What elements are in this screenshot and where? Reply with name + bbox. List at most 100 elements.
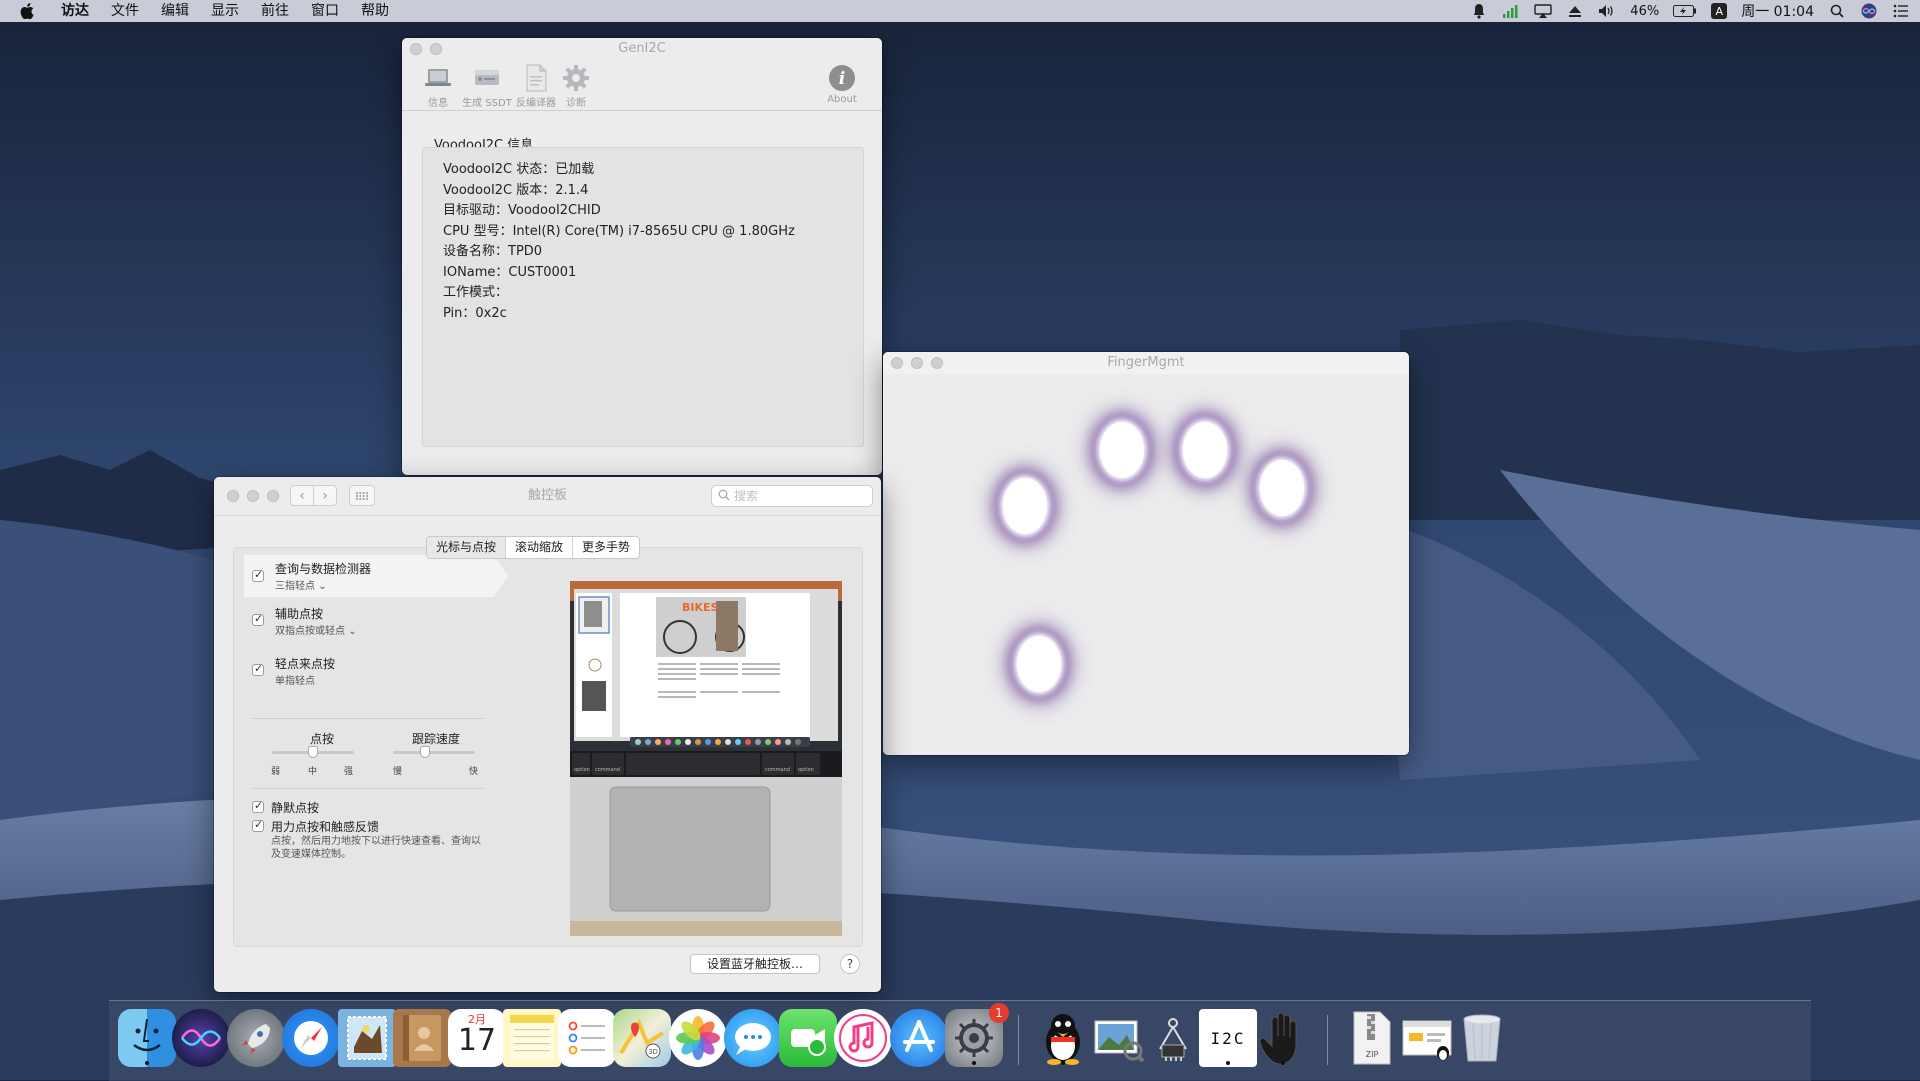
toolbar-info-button[interactable]: 信息 — [410, 64, 466, 109]
input-method-icon[interactable]: A — [1711, 3, 1728, 19]
dock-finder[interactable] — [118, 1009, 176, 1067]
menu-view[interactable]: 显示 — [200, 0, 250, 22]
back-button[interactable]: ‹ — [290, 485, 314, 506]
dock-downloads-stack[interactable] — [1398, 1009, 1456, 1067]
clock[interactable]: 周一 01:04 — [1741, 1, 1814, 21]
i2c-label: I2C — [1210, 1028, 1246, 1048]
close-button[interactable] — [227, 490, 239, 502]
dock-siri[interactable] — [172, 1009, 230, 1067]
tab-scroll-zoom[interactable]: 滚动缩放 — [506, 537, 574, 558]
chevron-down-icon: ⌄ — [348, 626, 357, 637]
dock-app-store[interactable] — [890, 1009, 948, 1067]
dock-system-preferences[interactable]: 1 — [945, 1003, 1009, 1067]
gesture-preview-video: BIKES option command command option — [570, 581, 842, 936]
menu-help[interactable]: 帮助 — [350, 0, 400, 22]
secondary-click-checkbox[interactable] — [252, 612, 264, 626]
notification-center-icon[interactable] — [1892, 3, 1910, 19]
forward-button[interactable]: › — [313, 485, 337, 506]
finger-blob — [1003, 478, 1047, 534]
dock-qq[interactable] — [1034, 1009, 1092, 1067]
chevron-right-icon: › — [322, 487, 328, 504]
menu-edit[interactable]: 编辑 — [150, 0, 200, 22]
info-mode: 工作模式： — [443, 285, 509, 300]
toolbar-info-label: 信息 — [428, 98, 448, 109]
option-secondary-click[interactable]: 辅助点按 双指点按或轻点 ⌄ — [244, 605, 494, 641]
tab-point-click[interactable]: 光标与点按 — [427, 537, 507, 558]
dock-contacts[interactable] — [393, 1009, 451, 1067]
eject-icon[interactable] — [1566, 3, 1584, 19]
key-label: option — [798, 767, 814, 773]
minimize-button[interactable] — [911, 357, 923, 369]
dock-facetime[interactable] — [779, 1009, 837, 1067]
zoom-button[interactable] — [267, 490, 279, 502]
dock-safari[interactable] — [282, 1009, 340, 1067]
force-click-checkbox[interactable] — [252, 818, 264, 832]
zoom-button[interactable] — [931, 357, 943, 369]
lookup-gesture-select[interactable]: 三指轻点 ⌄ — [275, 577, 327, 592]
tap-to-click-checkbox[interactable] — [252, 662, 264, 676]
click-tick-light: 弱 — [271, 767, 281, 777]
lookup-gesture-value: 三指轻点 — [275, 581, 315, 592]
minimize-button[interactable] — [430, 43, 442, 55]
close-button[interactable] — [891, 357, 903, 369]
menu-file[interactable]: 文件 — [100, 0, 150, 22]
macbook-preview-image: BIKES option command command option — [570, 581, 842, 936]
battery-percent[interactable]: 46% — [1630, 4, 1659, 19]
dock-geni2c[interactable]: I2C — [1199, 1009, 1257, 1067]
menu-window[interactable]: 窗口 — [300, 0, 350, 22]
option-tap-to-click[interactable]: 轻点来点按 单指轻点 — [244, 655, 494, 691]
apple-menu-icon[interactable] — [16, 0, 38, 22]
show-all-button[interactable] — [349, 485, 375, 506]
dock-notes[interactable] — [503, 1009, 561, 1067]
silent-click-checkbox[interactable] — [252, 799, 264, 813]
speed-slider-track[interactable] — [393, 751, 475, 754]
battery-charging-icon[interactable] — [1673, 3, 1697, 19]
rocket-icon — [242, 1024, 270, 1054]
dock-photos[interactable] — [669, 1009, 727, 1067]
menu-finder[interactable]: 访达 — [50, 0, 100, 22]
spotlight-search-icon[interactable] — [1828, 3, 1846, 19]
trackpad-titlebar[interactable]: ‹ › 触控板 搜索 — [214, 477, 881, 516]
dock-ioregistry-explorer[interactable] — [1144, 1009, 1202, 1067]
search-placeholder: 搜索 — [734, 489, 759, 503]
grid-icon — [356, 491, 368, 500]
click-slider-knob[interactable] — [308, 746, 318, 758]
dock-trash[interactable] — [1453, 1009, 1511, 1067]
minimize-button[interactable] — [247, 490, 259, 502]
search-input[interactable]: 搜索 — [711, 485, 873, 507]
tab-more-gestures[interactable]: 更多手势 — [573, 537, 639, 558]
dock-mail[interactable] — [338, 1009, 396, 1067]
lookup-checkbox[interactable] — [252, 568, 264, 582]
preview-photos-icon — [1094, 1020, 1145, 1063]
volume-icon[interactable] — [1598, 3, 1616, 19]
fingermgmt-titlebar[interactable]: FingerMgmt — [883, 352, 1409, 375]
speed-tick-slow: 慢 — [393, 767, 403, 777]
dock-messages[interactable] — [724, 1009, 782, 1067]
toolbar-diagnose-button[interactable]: 诊断 — [548, 64, 604, 109]
dock-calendar[interactable]: 2月 17 — [448, 1009, 506, 1067]
option-lookup[interactable]: 查询与数据检测器 三指轻点 ⌄ — [244, 555, 508, 597]
dock-itunes[interactable] — [834, 1009, 892, 1067]
dock-maps[interactable]: 3D — [613, 1009, 671, 1067]
close-button[interactable] — [410, 43, 422, 55]
dock-fingermgmt[interactable] — [1254, 1009, 1312, 1067]
geni2c-window: GenI2C 信息 生成 SSDT 反编译器 诊断 i About Voodoo… — [402, 38, 882, 475]
dock-zip-file[interactable]: ZIP — [1343, 1009, 1401, 1067]
toolbar-about-button[interactable]: i About — [814, 64, 870, 105]
help-button[interactable]: ? — [840, 954, 860, 974]
menu-go[interactable]: 前往 — [250, 0, 300, 22]
setup-bluetooth-trackpad-button[interactable]: 设置蓝牙触控板… — [690, 954, 820, 974]
dock-reminders[interactable] — [558, 1009, 616, 1067]
zip-label: ZIP — [1365, 1050, 1379, 1059]
notification-bell-icon[interactable] — [1470, 3, 1488, 19]
speed-slider-knob[interactable] — [420, 746, 430, 758]
siri-icon[interactable] — [1860, 3, 1878, 19]
finger-canvas[interactable] — [883, 374, 1409, 755]
dock-preview[interactable] — [1089, 1009, 1147, 1067]
airplay-icon[interactable] — [1534, 3, 1552, 19]
signal-strength-icon[interactable] — [1502, 3, 1520, 19]
secondary-click-select[interactable]: 双指点按或轻点 ⌄ — [275, 622, 357, 637]
dock-launchpad[interactable] — [227, 1009, 285, 1067]
geni2c-titlebar[interactable]: GenI2C — [402, 38, 882, 60]
toolbar-ssdt-button[interactable]: 生成 SSDT — [459, 64, 515, 109]
